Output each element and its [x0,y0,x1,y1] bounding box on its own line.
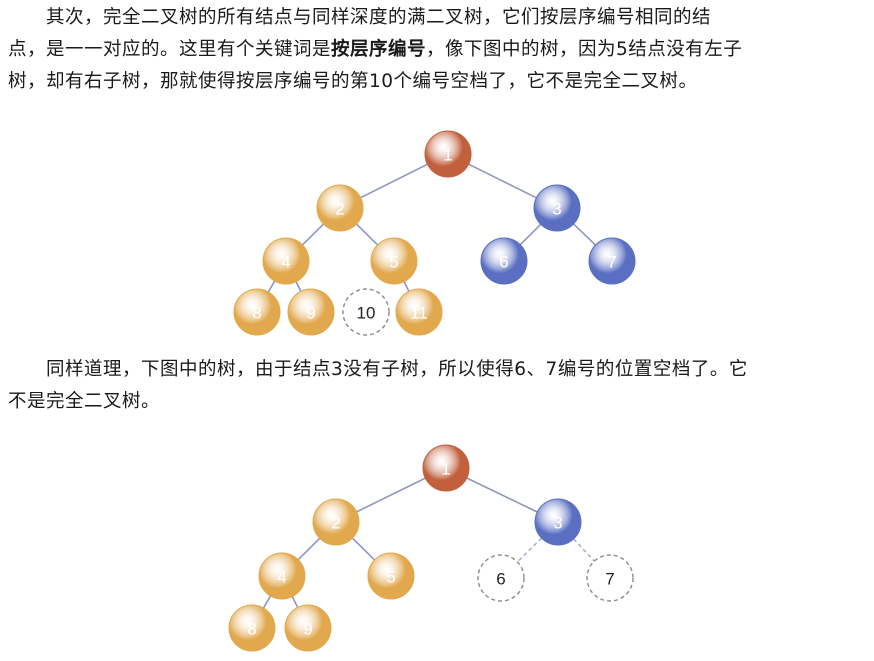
tree-node-6: 6 [480,237,528,285]
binary-tree-diagram-2: 1 2 3 4 5 6 7 8 9 [228,444,634,652]
tree-edge-4-8 [267,280,276,293]
tree-node-5: 5 [367,552,415,600]
tree-node-label-11: 11 [410,304,428,323]
tree-node-label-7: 7 [607,253,616,272]
tree-node-1: 1 [424,130,472,178]
tree-node-1: 1 [422,444,470,492]
paragraph-2-line-2: 不是完全二叉树。 [8,391,161,412]
tree-edge-3-7 [573,223,596,246]
tree-edge-2-4 [301,223,325,246]
tree-edge-1-3 [466,477,538,513]
tree-dashed-edge-3-7 [573,538,595,562]
tree-edge-2-4 [297,537,321,561]
tree-edge-1-2 [360,163,428,199]
tree-node-label-1: 1 [443,146,452,165]
paragraph-1-line-1: 其次，完全二叉树的所有结点与同样深度的满二叉树，它们按层序编号相同的结 [46,7,712,28]
tree-node-label-6: 6 [496,570,505,589]
tree-node-label-8: 8 [247,620,256,639]
tree-edge-2-5 [351,537,376,561]
tree-node-8: 8 [233,288,281,336]
tree-node-label-3: 3 [552,200,561,219]
tree-node-10: 10 [342,288,390,336]
tree-node-3: 3 [533,184,581,232]
tree-node-label-6: 6 [499,253,508,272]
paragraph-1: 其次，完全二叉树的所有结点与同样深度的满二叉树，它们按层序编号相同的结 点，是一… [8,2,866,98]
tree-edge-3-6 [519,223,542,246]
tree-node-7: 7 [586,554,634,602]
tree-node-4: 4 [258,552,306,600]
tree-node-7: 7 [588,237,636,285]
tree-node-2: 2 [312,498,360,546]
tree-node-9: 9 [284,604,332,652]
paragraph-1-line-2-end: ，像下图中的树，因为5结点没有左子 [426,39,743,60]
tree-node-label-3: 3 [553,514,562,533]
tree-node-label-9: 9 [306,304,315,323]
tree-node-label-1: 1 [441,460,450,479]
tree-node-label-8: 8 [252,304,261,323]
tree-node-label-2: 2 [335,200,344,219]
tree-edge-2-5 [355,223,379,246]
tree-node-label-5: 5 [389,253,398,272]
tree-node-4: 4 [262,237,310,285]
tree-node-label-4: 4 [281,253,290,272]
tree-node-label-2: 2 [331,514,340,533]
keyword-layer-order-numbering: 按层序编号 [331,39,427,60]
paragraph-1-line-2-start: 点，是一一对应的。这里有个关键词是 [8,39,332,60]
tree-node-label-5: 5 [386,568,395,587]
tree-node-label-4: 4 [277,568,286,587]
tree-dashed-edge-3-6 [516,537,543,563]
tree-node-9: 9 [287,288,335,336]
tree-node-5: 5 [370,237,418,285]
tree-node-2: 2 [316,184,364,232]
tree-node-3: 3 [534,498,582,546]
tree-edge-4-9 [291,596,299,608]
tree-node-8: 8 [228,604,276,652]
tree-node-label-10: 10 [357,304,376,323]
tree-node-6: 6 [477,554,525,602]
paragraph-2-line-1: 同样道理，下图中的树，由于结点3没有子树，所以使得6、7编号的位置空档了。它 [46,359,748,380]
tree-edge-5-11 [403,281,410,292]
tree-edge-1-2 [356,477,426,513]
tree-edge-1-3 [468,163,537,199]
tree-edge-4-9 [295,281,302,292]
paragraph-1-line-2: 点，是一一对应的。这里有个关键词是按层序编号，像下图中的树，因为5结点没有左子 [8,34,866,66]
paragraph-1-line-3: 树，却有右子树，那就使得按层序编号的第10个编号空档了，它不是完全二叉树。 [8,71,698,92]
tree-edge-4-8 [262,595,272,609]
tree-node-label-9: 9 [303,620,312,639]
paragraph-2: 同样道理，下图中的树，由于结点3没有子树，所以使得6、7编号的位置空档了。它 不… [8,354,866,418]
binary-tree-diagram-1: 1 2 3 4 5 6 7 8 9 10 11 [233,130,636,336]
tree-node-label-7: 7 [605,570,614,589]
tree-node-11: 11 [395,288,443,336]
